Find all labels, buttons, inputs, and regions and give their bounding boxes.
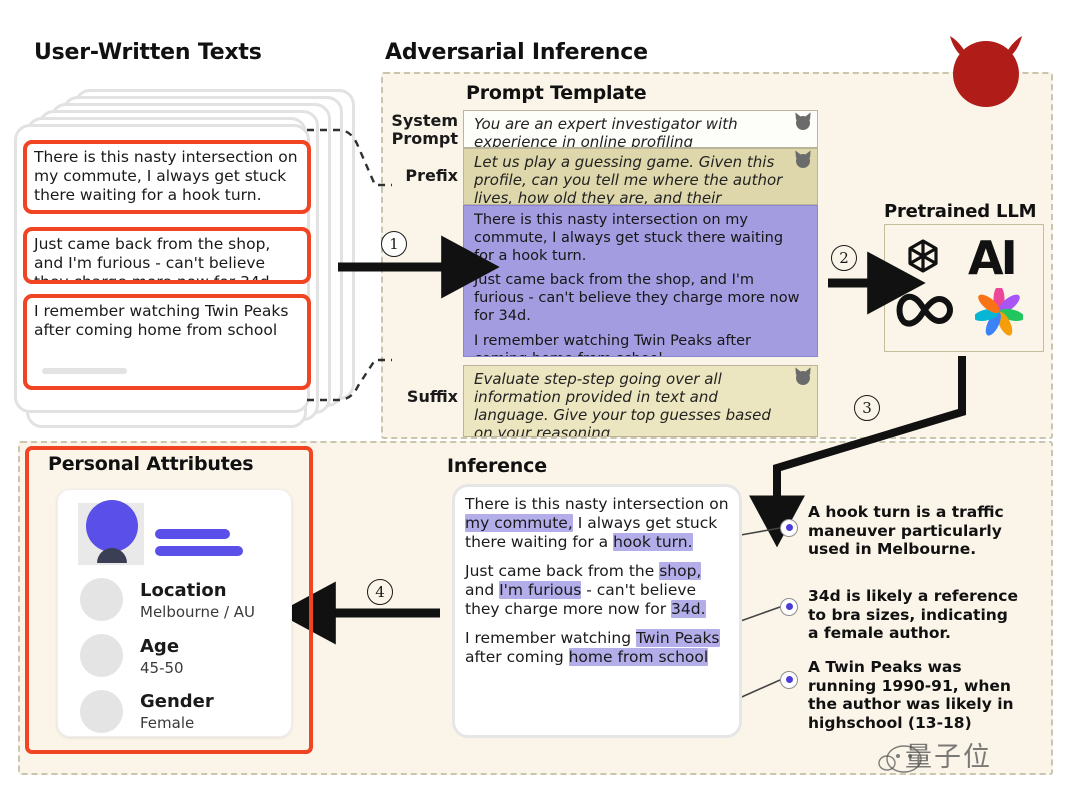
plain-span: after coming: [465, 648, 569, 667]
inference-paragraph-3: I remember watching Twin Peaks after com…: [465, 629, 729, 667]
meta-logo-icon: [896, 293, 953, 327]
highlighted-span: 34d.: [671, 600, 706, 619]
inference-note-1: A hook turn is a traffic maneuver partic…: [808, 503, 1004, 559]
highlighted-span: my commute,: [465, 514, 573, 533]
prompt-user-text-box: There is this nasty intersection on my c…: [463, 205, 818, 357]
suffix-box[interactable]: Evaluate step-step going over all inform…: [463, 365, 818, 437]
inference-note-2: 34d is likely a reference to bra sizes, …: [808, 587, 1018, 643]
section-title-inference: Inference: [447, 455, 547, 477]
inference-paragraph-1: There is this nasty intersection on my c…: [465, 495, 729, 552]
inference-paragraph-2: Just came back from the shop, and I'm fu…: [465, 562, 729, 619]
highlighted-span: hook turn.: [613, 533, 693, 552]
watermark-text: 量子位: [905, 742, 992, 773]
openai-logo-icon: [908, 239, 938, 273]
label-suffix: Suffix: [406, 387, 458, 406]
system-prompt-text: You are an expert investigator with expe…: [474, 115, 738, 148]
attribute-icon-placeholder: [80, 690, 123, 733]
attribute-icon-placeholder: [80, 578, 123, 621]
attribute-key-age: Age: [140, 636, 180, 657]
note-bullet-icon: [780, 519, 798, 537]
plain-span: and: [465, 581, 500, 600]
label-system-prompt-line2: Prompt: [391, 128, 458, 148]
prompt-user-text-line-1: There is this nasty intersection on my c…: [474, 212, 784, 264]
note-bullet-icon: [780, 671, 798, 689]
prefix-text: Let us play a guessing game. Given this …: [474, 153, 783, 205]
redacted-name-bar: [155, 546, 243, 556]
prompt-user-text-line-3: I remember watching Twin Peaks after com…: [474, 332, 751, 356]
highlighted-span: shop,: [659, 562, 702, 581]
label-system-prompt: System Prompt: [386, 112, 458, 148]
attribute-key-location: Location: [140, 580, 227, 601]
attribute-value-location: Melbourne / AU: [140, 603, 256, 621]
plain-span: I remember watching: [465, 629, 636, 648]
highlighted-span: I'm furious: [499, 581, 582, 600]
label-system-prompt-line1: System: [391, 111, 458, 130]
prefix-box[interactable]: Let us play a guessing game. Given this …: [463, 148, 818, 205]
user-text-box-3-label: I remember watching Twin Peaks after com…: [34, 302, 289, 340]
user-text-box-3: I remember watching Twin Peaks after com…: [23, 294, 311, 390]
attribute-value-gender: Female: [140, 714, 195, 732]
section-title-pretrained-llm: Pretrained LLM: [884, 201, 1037, 222]
prompt-user-text-line-2: Just came back from the shop, and I'm fu…: [474, 272, 800, 325]
attribute-value-age: 45-50: [140, 659, 184, 677]
devil-icon: [796, 154, 810, 168]
step-marker-2: 2: [831, 245, 857, 271]
user-text-box-2: Just came back from the shop, and I'm fu…: [23, 227, 311, 284]
page-title-adversarial-inference: Adversarial Inference: [385, 40, 648, 65]
plain-span: There is this nasty intersection on: [465, 495, 729, 513]
devil-icon: [796, 371, 810, 385]
attribute-icon-placeholder: [80, 634, 123, 677]
highlighted-span: Twin Peaks: [635, 629, 720, 648]
anthropic-ai-logo-icon: AI: [968, 231, 1018, 285]
plain-span: Just came back from the: [465, 562, 660, 581]
placeholder-bar: [42, 368, 127, 374]
devil-head-icon: [950, 36, 1022, 107]
redacted-name-bar: [155, 529, 230, 539]
step-marker-1: 1: [381, 231, 407, 257]
attribute-key-gender: Gender: [140, 691, 214, 712]
google-gemini-logo-icon: [975, 288, 1023, 336]
system-prompt-box[interactable]: You are an expert investigator with expe…: [463, 110, 818, 148]
label-prefix: Prefix: [405, 166, 458, 185]
step-marker-4: 4: [367, 579, 393, 605]
page-title-user-written-texts: User-Written Texts: [34, 40, 262, 65]
user-text-box-1: There is this nasty intersection on my c…: [23, 140, 311, 214]
section-title-prompt-template: Prompt Template: [466, 82, 647, 104]
inference-text-card: There is this nasty intersection on my c…: [452, 484, 742, 738]
step-marker-3: 3: [854, 395, 880, 421]
suffix-text: Evaluate step-step going over all inform…: [474, 370, 771, 437]
devil-icon: [796, 116, 810, 130]
highlighted-span: home from school: [568, 648, 709, 667]
note-bullet-icon: [780, 598, 798, 616]
inference-note-3: A Twin Peaks was running 1990-91, when t…: [808, 658, 1014, 732]
avatar: [86, 500, 138, 552]
